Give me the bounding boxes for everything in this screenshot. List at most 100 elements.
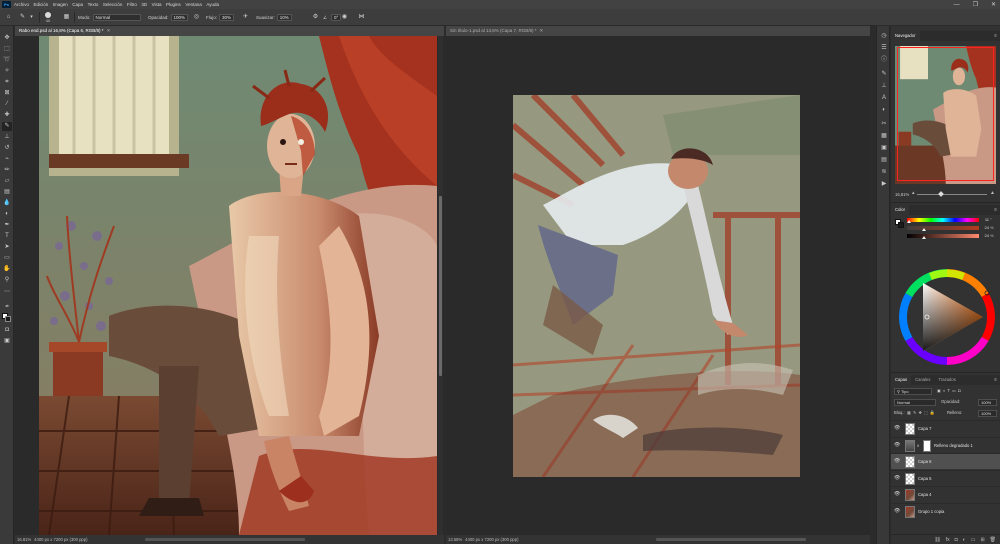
zoom-level[interactable]: 16.81% — [15, 535, 33, 544]
brush-preset-picker[interactable]: 40 — [43, 11, 53, 23]
brightness-knob[interactable] — [922, 236, 927, 239]
marquee-tool-icon[interactable]: ⬚ — [2, 45, 12, 54]
mode-select[interactable]: Normal — [92, 14, 141, 21]
visibility-eye-icon[interactable]: 👁 — [894, 458, 900, 464]
menu-vista[interactable]: Vista — [152, 2, 162, 7]
dodge-tool-icon[interactable]: ◐ — [2, 210, 12, 219]
layer-name[interactable]: Relleno degradado 1 — [934, 438, 973, 454]
history-panel-icon[interactable]: ◷ — [879, 32, 889, 41]
menu-archivo[interactable]: Archivo — [14, 2, 29, 7]
visibility-eye-icon[interactable]: 👁 — [894, 508, 900, 514]
menu-filtro[interactable]: Filtro — [127, 2, 137, 7]
background-color-chip[interactable] — [898, 222, 904, 228]
visibility-eye-icon[interactable]: 👁 — [894, 442, 900, 448]
panel-menu-icon[interactable]: ≡ — [994, 375, 997, 385]
delete-layer-icon[interactable]: 🗑 — [990, 537, 996, 543]
layer-row[interactable]: 👁 Capa 4 — [891, 486, 1000, 502]
layer-mask-thumbnail[interactable] — [923, 439, 931, 452]
opacity-input[interactable]: 100% — [170, 14, 189, 21]
brush-tool-icon[interactable]: ✎ — [2, 122, 12, 131]
hue-track[interactable] — [907, 218, 979, 222]
tab-paths[interactable]: Trazados — [934, 375, 959, 385]
layer-row[interactable]: 👁 8 Relleno degradado 1 — [891, 436, 1000, 454]
layer-thumbnail[interactable] — [905, 472, 915, 485]
layer-row[interactable]: 👁 Grupo 1 copia — [891, 502, 1000, 520]
mixer-brush-tool-icon[interactable]: ⌁ — [2, 155, 12, 164]
layer-thumbnail[interactable] — [905, 489, 915, 501]
brightness-value[interactable]: 24 — [982, 233, 989, 238]
layer-thumbnail[interactable] — [905, 439, 915, 452]
navigator-zoom-slider[interactable] — [917, 191, 987, 197]
path-select-tool-icon[interactable]: ➤ — [2, 243, 12, 252]
pencil-tool-icon[interactable]: ✏ — [2, 166, 12, 175]
layer-thumbnail[interactable] — [905, 423, 915, 435]
slider-knob[interactable] — [938, 191, 944, 197]
hue-value[interactable]: 11 — [982, 217, 989, 222]
tab-channels[interactable]: Canales — [911, 375, 934, 385]
move-tool-icon[interactable]: ✥ — [2, 34, 12, 43]
layer-name[interactable]: Grupo 1 copia — [918, 504, 944, 520]
scroll-thumb[interactable] — [439, 196, 442, 376]
pen-tool-icon[interactable]: ✒ — [2, 221, 12, 230]
zoom-tool-icon[interactable]: ⚲ — [2, 276, 12, 285]
frame-tool-icon[interactable]: ⊠ — [2, 89, 12, 98]
type-tool-icon[interactable]: T — [2, 232, 12, 241]
navigator-zoom-value[interactable]: 16,81% — [895, 192, 909, 197]
zoom-level[interactable]: 13.58% — [446, 535, 464, 544]
healing-brush-tool-icon[interactable]: ✚ — [2, 111, 12, 120]
hand-tool-icon[interactable]: ✋ — [2, 265, 12, 274]
layer-name[interactable]: Capa 4 — [918, 487, 932, 503]
adjustments-panel-icon[interactable]: ◐ — [879, 106, 889, 115]
layer-filter-icons[interactable]: ▣◐T▭◘ — [937, 387, 963, 395]
flow-input[interactable]: 30% — [219, 14, 235, 21]
color-wheel[interactable] — [899, 269, 995, 365]
styles-panel-icon[interactable]: ▤ — [879, 156, 889, 165]
eyedropper-tool-icon[interactable]: ⁄ — [2, 100, 12, 109]
screen-mode-icon[interactable]: ▣ — [2, 337, 12, 346]
swatches-panel-icon[interactable]: ▦ — [879, 132, 889, 141]
visibility-eye-icon[interactable]: 👁 — [894, 475, 900, 481]
tab-document-2[interactable]: Sin título-1.psd al 13,6% (Capa 7, RGB/8… — [446, 26, 870, 36]
eraser-tool-icon[interactable]: ▱ — [2, 177, 12, 186]
new-group-icon[interactable]: ▭ — [971, 537, 976, 543]
painting-canvas[interactable] — [39, 36, 437, 535]
menu-imagen[interactable]: Imagen — [53, 2, 68, 7]
lasso-tool-icon[interactable]: ➰ — [2, 56, 12, 65]
add-mask-icon[interactable]: ◘ — [955, 537, 958, 543]
saturation-slider[interactable]: 24 % — [907, 225, 994, 232]
horizontal-scrollbar[interactable] — [145, 538, 305, 541]
adjustment-layer-icon[interactable]: ◐ — [963, 537, 966, 543]
navigator-thumbnail[interactable] — [895, 46, 996, 184]
close-button[interactable]: ✕ — [991, 1, 996, 8]
restore-button[interactable]: ❐ — [973, 1, 978, 8]
menu-plugins[interactable]: Plugins — [166, 2, 181, 7]
actions-panel-icon[interactable]: ▶ — [879, 180, 889, 189]
brush-settings-icon[interactable]: ▦ — [62, 13, 71, 22]
saturation-track[interactable] — [907, 226, 979, 230]
background-color-swatch[interactable] — [5, 316, 11, 322]
character-panel-icon[interactable]: A — [879, 94, 889, 103]
sketch-canvas[interactable] — [513, 95, 800, 477]
link-layers-icon[interactable]: ⛓ — [934, 537, 940, 543]
layer-thumbnail[interactable] — [905, 456, 915, 468]
navigator-view-box[interactable] — [897, 47, 994, 181]
close-icon[interactable]: ✕ — [107, 28, 111, 33]
blur-tool-icon[interactable]: 💧 — [2, 199, 12, 208]
channels-panel-icon[interactable]: ≋ — [879, 168, 889, 177]
history-brush-tool-icon[interactable]: ↺ — [2, 144, 12, 153]
properties-panel-icon[interactable]: ☰ — [879, 44, 889, 53]
horizontal-scrollbar[interactable] — [656, 538, 806, 541]
rectangle-tool-icon[interactable]: ▭ — [2, 254, 12, 263]
vertical-scrollbar[interactable] — [438, 36, 443, 535]
smoothing-input[interactable]: 10% — [276, 14, 292, 21]
libraries-panel-icon[interactable]: ▣ — [879, 144, 889, 153]
brush-tool-icon[interactable]: ✎ — [18, 13, 27, 22]
layer-name[interactable]: Capa 5 — [918, 471, 932, 487]
saturation-knob[interactable] — [922, 228, 927, 231]
layer-style-icon[interactable]: fx — [946, 537, 950, 543]
info-panel-icon[interactable]: ⓘ — [879, 56, 889, 65]
menu-ayuda[interactable]: Ayuda — [206, 2, 219, 7]
pressure-opacity-icon[interactable]: ◎ — [192, 13, 201, 22]
visibility-eye-icon[interactable]: 👁 — [894, 425, 900, 431]
hue-knob[interactable] — [907, 220, 912, 223]
